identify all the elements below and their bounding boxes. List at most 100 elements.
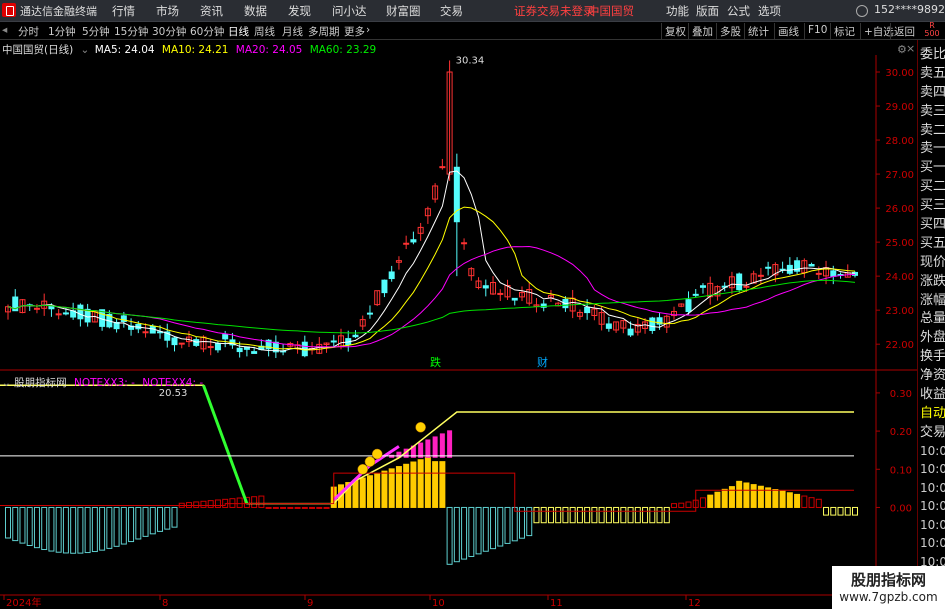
menu-shuju[interactable]: 数据 <box>244 3 267 19</box>
ind-bar <box>185 502 192 508</box>
period-monthly[interactable]: 月线 <box>282 24 303 39</box>
ind-bar <box>309 506 316 509</box>
menu-hangqing[interactable]: 行情 <box>112 3 135 19</box>
ind-bar <box>830 506 837 516</box>
ind-bar <box>671 503 678 508</box>
quote-field-15: 外盘 <box>920 330 945 346</box>
quote-field-17: 净资 <box>920 368 945 384</box>
dropdown-circle-icon[interactable]: ⌄ <box>81 44 90 56</box>
period-15min[interactable]: 15分钟 <box>114 24 148 39</box>
close-icon[interactable]: × <box>906 42 915 55</box>
period-60min[interactable]: 60分钟 <box>190 24 224 39</box>
ind-y-tick-label: 0.00 <box>890 503 912 514</box>
quote-field-11: 现价 <box>920 254 945 270</box>
ma20-label: MA20: 24.05 <box>235 44 303 56</box>
btn-biaoji[interactable]: 标记 <box>830 23 858 39</box>
btn-diejia[interactable]: 叠加 <box>688 23 716 39</box>
ind-bar <box>562 506 569 524</box>
quote-field-9: 买四 <box>920 217 945 233</box>
ind-bar <box>164 506 171 530</box>
trade-field-1[interactable]: 交易 <box>918 423 945 442</box>
period-daily[interactable]: 日线 <box>228 24 249 39</box>
indicator-legend: ⌄ 股朋指标网 NOTEXX3: - NOTEXX4: - <box>2 375 203 390</box>
x-tick-label: 2024年 <box>6 596 41 609</box>
candle-body <box>757 274 764 277</box>
btn-fuquan[interactable]: 复权 <box>661 23 689 39</box>
candle-body <box>627 328 634 336</box>
period-30min[interactable]: 30分钟 <box>152 24 186 39</box>
trading-terminal-window: 通达信金融终端 行情 市场 资讯 数据 发现 问小达 财富圈 交易 证券交易未登… <box>0 0 945 609</box>
menu-banmian[interactable]: 版面 <box>696 3 719 19</box>
candle-body <box>214 342 221 351</box>
candle-body <box>584 306 591 314</box>
menu-zixun[interactable]: 资讯 <box>200 3 223 19</box>
arrow-left-icon[interactable]: ◂ <box>2 24 7 36</box>
btn-f10[interactable]: F10 <box>804 23 830 39</box>
candle-body <box>461 242 468 245</box>
candle-body <box>403 242 410 245</box>
menu-xuanxiang[interactable]: 选项 <box>758 3 781 19</box>
quote-field-0: 委比 <box>920 47 945 62</box>
chevron-right-icon[interactable]: › <box>366 24 370 36</box>
menu-wenxiaoda[interactable]: 问小达 <box>332 3 367 19</box>
tick-time: 10:05 <box>920 480 945 495</box>
menu-gongshi[interactable]: 公式 <box>727 3 750 19</box>
candle-body <box>171 337 178 346</box>
period-5min[interactable]: 5分钟 <box>82 24 110 39</box>
candle-body <box>48 305 55 310</box>
menu-jiaoyi[interactable]: 交易 <box>440 3 463 19</box>
candle-body <box>33 307 40 310</box>
tick-time: 10:05 <box>920 462 945 477</box>
smiley-icon <box>415 422 426 433</box>
ind-bar <box>757 485 764 508</box>
period-more[interactable]: 更多 <box>344 24 365 39</box>
quote-field-7: 买二 <box>920 179 945 195</box>
btn-back[interactable]: 返回 <box>890 23 918 39</box>
watermark-url: www.7gpzb.com <box>839 590 938 604</box>
period-toolbar: ◂ 分时 1分钟 5分钟 15分钟 30分钟 60分钟 日线 周线 月线 多周期… <box>0 22 945 40</box>
period-1min[interactable]: 1分钟 <box>48 24 76 39</box>
candle-body <box>830 270 837 277</box>
candle-body <box>366 312 373 315</box>
ind-bar <box>120 506 127 545</box>
btn-duogu[interactable]: 多股 <box>716 23 744 39</box>
trade-login-notice[interactable]: 证券交易未登录 <box>514 3 595 19</box>
candle-body <box>352 334 359 338</box>
ind-bar <box>461 506 468 560</box>
ind-bar <box>171 506 178 528</box>
menu-faxian[interactable]: 发现 <box>288 3 311 19</box>
period-weekly[interactable]: 周线 <box>254 24 275 39</box>
period-fenshi[interactable]: 分时 <box>18 24 39 39</box>
x-tick-label: 12 <box>688 598 701 609</box>
user-account[interactable]: 152****9892 <box>874 3 945 16</box>
candle-body <box>410 239 417 243</box>
candle-body <box>77 304 84 320</box>
r-badge: R 500 <box>924 21 940 38</box>
chart-canvas[interactable]: 30.00 29.00 28.00 27.00 26.00 25.00 24.00 23.00… <box>0 40 917 609</box>
ind-bar <box>381 470 388 508</box>
ind-bar <box>576 506 583 524</box>
ind-bar <box>316 506 323 509</box>
indicator-dropdown-icon[interactable]: ⌄ <box>2 377 11 389</box>
period-multi[interactable]: 多周期 <box>308 24 340 39</box>
quote-field-6: 买一 <box>920 160 945 176</box>
user-avatar-icon[interactable] <box>856 5 868 17</box>
ind-bar <box>823 506 830 516</box>
tick-time: 10:05 <box>920 443 945 458</box>
candle-body <box>439 166 446 169</box>
x-tick-label: 11 <box>550 598 563 609</box>
btn-huaxian[interactable]: 画线 <box>774 23 802 39</box>
quote-field-14: 总量 <box>920 311 945 327</box>
menu-shichang[interactable]: 市场 <box>156 3 179 19</box>
btn-tongji[interactable]: 统计 <box>744 23 772 39</box>
menu-caifuquan[interactable]: 财富圈 <box>386 3 421 19</box>
menu-gongneng[interactable]: 功能 <box>666 3 689 19</box>
app-logo-icon <box>2 3 16 17</box>
quote-field-5: 卖一 <box>920 141 945 157</box>
candle-body <box>388 271 395 280</box>
ind-bar <box>547 506 554 524</box>
ind-bar <box>323 506 330 509</box>
ind-bar <box>135 506 142 540</box>
ind-bar <box>642 506 649 524</box>
trade-field-0[interactable]: 自动 <box>918 404 945 423</box>
